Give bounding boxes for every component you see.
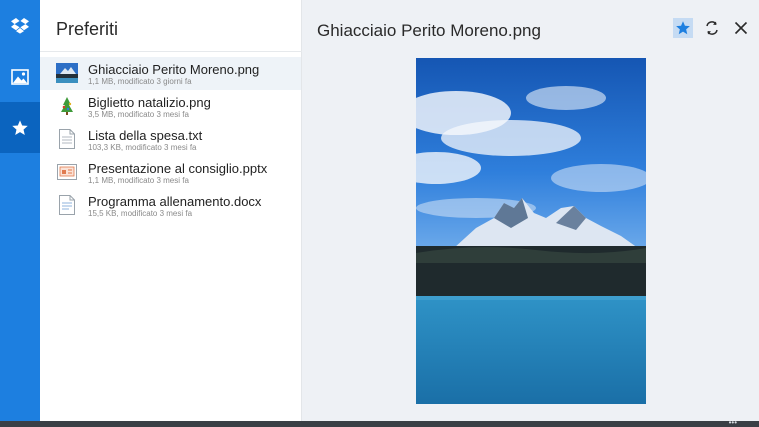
nav-item-favorites[interactable] bbox=[0, 102, 40, 153]
image-thumbnail-icon bbox=[56, 95, 78, 117]
dropbox-logo-icon bbox=[11, 17, 29, 34]
pane-title: Preferiti bbox=[56, 19, 119, 39]
file-meta: 1,1 MB, modificato 3 mesi fa bbox=[88, 176, 189, 185]
list-item[interactable]: Programma allenamento.docx 15,5 KB, modi… bbox=[40, 189, 301, 222]
preview-actions bbox=[673, 18, 751, 38]
favorites-pane: Preferiti Ghiacciaio Perito Moreno.png 1… bbox=[40, 0, 302, 421]
list-item[interactable]: Biglietto natalizio.png 3,5 MB, modifica… bbox=[40, 90, 301, 123]
nav-item-dropbox[interactable] bbox=[0, 0, 40, 51]
file-name: Biglietto natalizio.png bbox=[88, 95, 211, 110]
file-name: Ghiacciaio Perito Moreno.png bbox=[88, 62, 260, 77]
star-icon bbox=[12, 119, 28, 135]
file-list: Ghiacciaio Perito Moreno.png 1,1 MB, mod… bbox=[40, 57, 301, 222]
preview-pane: Ghiacciaio Perito Moreno.png bbox=[302, 0, 759, 421]
image-thumbnail-icon bbox=[56, 62, 78, 84]
app-bar: ••• bbox=[0, 419, 759, 427]
document-file-icon bbox=[56, 194, 78, 216]
divider bbox=[40, 51, 302, 52]
file-name: Presentazione al consiglio.pptx bbox=[88, 161, 268, 176]
file-name: Programma allenamento.docx bbox=[88, 194, 262, 209]
list-item[interactable]: Presentazione al consiglio.pptx 1,1 MB, … bbox=[40, 156, 301, 189]
presentation-file-icon bbox=[56, 161, 78, 183]
more-options-icon[interactable]: ••• bbox=[729, 419, 737, 427]
file-meta: 3,5 MB, modificato 3 mesi fa bbox=[88, 110, 189, 119]
close-icon bbox=[734, 21, 748, 35]
text-file-icon bbox=[56, 128, 78, 150]
nav-rail bbox=[0, 0, 40, 421]
favorite-button[interactable] bbox=[673, 18, 693, 38]
close-button[interactable] bbox=[731, 18, 751, 38]
file-name: Lista della spesa.txt bbox=[88, 128, 203, 143]
list-item[interactable]: Ghiacciaio Perito Moreno.png 1,1 MB, mod… bbox=[40, 57, 301, 90]
sync-icon bbox=[706, 21, 718, 35]
file-meta: 15,5 KB, modificato 3 mesi fa bbox=[88, 209, 193, 218]
preview-title: Ghiacciaio Perito Moreno.png bbox=[317, 21, 541, 40]
file-meta: 1,1 MB, modificato 3 giorni fa bbox=[88, 77, 192, 86]
list-item[interactable]: Lista della spesa.txt 103,3 KB, modifica… bbox=[40, 123, 301, 156]
photos-icon bbox=[11, 68, 29, 85]
sync-button[interactable] bbox=[702, 18, 722, 38]
preview-image[interactable] bbox=[416, 58, 646, 404]
nav-item-photos[interactable] bbox=[0, 51, 40, 102]
file-meta: 103,3 KB, modificato 3 mesi fa bbox=[88, 143, 197, 152]
star-icon bbox=[676, 21, 690, 35]
